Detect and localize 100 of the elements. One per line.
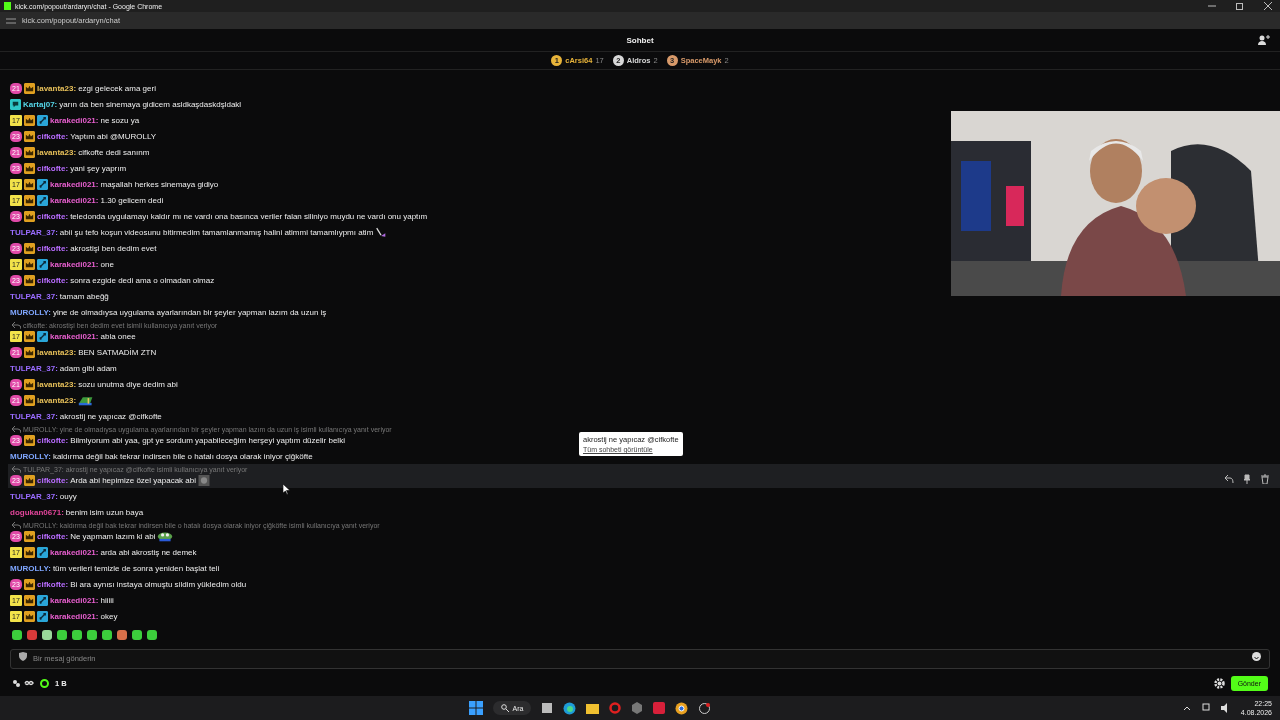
message-text: Bilmiyorum abi yaa, gpt ye sordum yapabileceğim herşeyi yaptım düzelir belki — [70, 435, 345, 445]
crown-icon — [24, 178, 35, 190]
emote-button[interactable] — [147, 630, 157, 640]
username[interactable]: TULPAR_37: — [10, 411, 58, 421]
reply-icon — [12, 425, 21, 433]
username[interactable]: lavanta23: — [37, 395, 77, 405]
username[interactable]: MUROLLY: — [10, 307, 51, 317]
close-icon[interactable] — [1263, 1, 1273, 11]
maximize-icon[interactable] — [1235, 1, 1245, 11]
crown-icon — [24, 242, 35, 254]
username[interactable]: TULPAR_37: — [10, 363, 58, 373]
chevron-up-icon[interactable] — [1182, 705, 1191, 711]
emote-button[interactable] — [117, 630, 127, 640]
message-text: adam gibi adam — [59, 363, 117, 373]
username[interactable]: karakedi021: — [50, 595, 99, 605]
username[interactable]: cifkofte: — [37, 475, 69, 485]
message-text: sonra ezgide dedi ama o olmadan olmaz — [70, 275, 215, 285]
username[interactable]: cifkofte: — [37, 531, 69, 541]
username[interactable]: MUROLLY: — [10, 563, 51, 573]
crown-icon — [24, 114, 35, 126]
username[interactable]: karakedi021: — [50, 611, 99, 621]
username[interactable]: cifkofte: — [37, 435, 69, 445]
frog-emote-icon — [157, 530, 174, 542]
username[interactable]: karakedi021: — [50, 259, 99, 269]
message-text: Ne yapmam lazım ki abi — [70, 531, 156, 541]
emote-button[interactable] — [102, 630, 112, 640]
viewers-icon — [40, 678, 49, 688]
pin-icon[interactable] — [1242, 474, 1252, 484]
username[interactable]: TULPAR_37: — [10, 491, 58, 501]
sword-icon — [37, 194, 48, 206]
browser-icon[interactable] — [563, 701, 577, 715]
username[interactable]: lavanta23: — [37, 147, 77, 157]
username[interactable]: dogukan0671: — [10, 507, 64, 517]
message-text: ezgi gelecek ama geri — [78, 83, 156, 93]
message-text: BEN SATMADİM ZTN — [78, 347, 157, 357]
username[interactable]: karakedi021: — [50, 179, 99, 189]
message-text: kaldırma değil bak tekrar indirsen bile o hatalı dosya olarak iniyor çiğköfte — [52, 451, 313, 461]
message-text: arda abi akrostiş ne demek — [100, 547, 197, 557]
crown-icon — [24, 378, 35, 390]
start-icon[interactable] — [469, 701, 484, 715]
sword-icon — [37, 610, 48, 622]
ring-icon[interactable] — [609, 702, 622, 714]
username[interactable]: cifkofte: — [37, 275, 69, 285]
crown-icon — [24, 346, 35, 358]
crown-icon — [24, 394, 35, 406]
username[interactable]: cifkofte: — [37, 579, 69, 589]
message-text: maşallah herkes sinemaya gidiyo — [100, 179, 219, 189]
chat-title: Sohbet — [626, 35, 654, 45]
emote-button[interactable] — [132, 630, 142, 640]
message-text: benim isim uzun baya — [65, 507, 144, 517]
message-text: ne sozu ya — [100, 115, 140, 125]
username[interactable]: cifkofte: — [37, 243, 69, 253]
message-text: yani şey yaprım — [70, 163, 127, 173]
username[interactable]: TULPAR_37: — [10, 227, 58, 237]
username[interactable]: karakedi021: — [50, 331, 99, 341]
username[interactable]: lavanta23: — [37, 379, 77, 389]
network-icon[interactable] — [1200, 703, 1211, 713]
delete-icon[interactable] — [1260, 474, 1270, 484]
sword-icon — [37, 258, 48, 270]
message-text: Yaptım abi @MUROLLY — [70, 131, 157, 141]
username[interactable]: lavanta23: — [37, 347, 77, 357]
username[interactable]: cifkofte: — [37, 211, 69, 221]
reply-icon — [12, 521, 21, 529]
app-icon[interactable] — [653, 702, 666, 714]
emote-button[interactable] — [72, 630, 82, 640]
hexagon-icon[interactable] — [631, 702, 644, 714]
emoji-icon[interactable] — [1252, 652, 1261, 661]
username[interactable]: karakedi021: — [50, 195, 99, 205]
emote-button[interactable] — [12, 630, 22, 640]
username[interactable]: TULPAR_37: — [10, 291, 58, 301]
message-text: Bi ara aynısı instaya olmuştu sildim yükledim oldu — [70, 579, 247, 589]
chat-bubble-icon — [10, 98, 21, 110]
message-text: hiiiii — [100, 595, 114, 605]
snip-icon[interactable] — [698, 701, 712, 715]
username[interactable]: lavanta23: — [37, 83, 77, 93]
username[interactable]: cifkofte: — [37, 163, 69, 173]
message-text: one — [100, 259, 114, 269]
username[interactable]: karakedi021: — [50, 547, 99, 557]
username[interactable]: cifkofte: — [37, 131, 69, 141]
message-text: ouyy — [59, 491, 77, 501]
username[interactable]: MUROLLY: — [10, 451, 51, 461]
crown-icon — [24, 578, 35, 590]
users-icon[interactable] — [1258, 34, 1270, 46]
window-icon[interactable] — [541, 702, 554, 714]
emote-button[interactable] — [87, 630, 97, 640]
username[interactable]: karakedi021: — [50, 115, 99, 125]
emote-button[interactable] — [57, 630, 67, 640]
emote-button[interactable] — [42, 630, 52, 640]
message-text: tüm verileri temizle de sonra yeniden başlat teli — [52, 563, 220, 573]
folder-icon[interactable] — [586, 702, 600, 714]
mouse-cursor-icon — [283, 484, 290, 495]
crown-icon — [24, 146, 35, 158]
chrome-icon[interactable] — [675, 701, 689, 715]
message-text: abii şu tefo koşun videosunu bitirmedim tamamlanmamış halini atimmi tamamlıypmı atim — [59, 227, 374, 237]
reply-icon[interactable] — [1224, 474, 1234, 484]
username[interactable]: Kartaj07: — [23, 99, 58, 109]
kick-logo-icon — [4, 2, 11, 10]
settings-icon[interactable] — [1213, 677, 1225, 689]
message-text: okey — [100, 611, 118, 621]
crown-icon — [24, 474, 35, 486]
